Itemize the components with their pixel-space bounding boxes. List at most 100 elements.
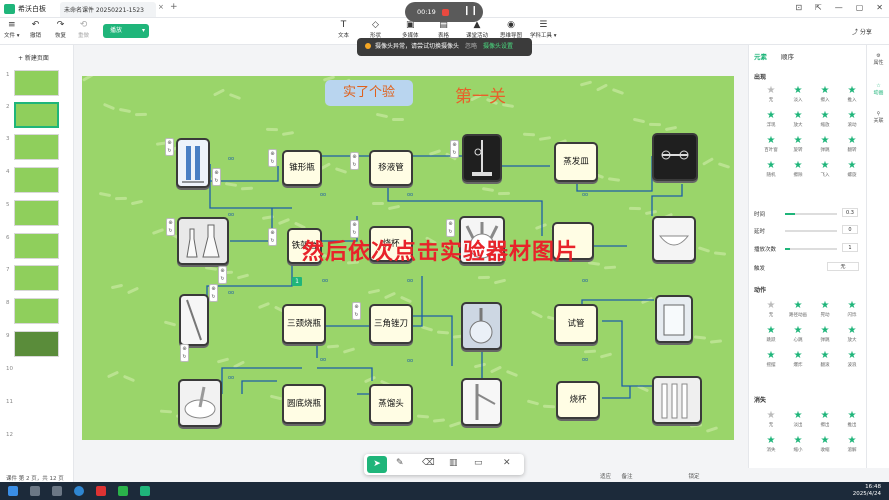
effect-star-icon[interactable]: ★ bbox=[819, 110, 831, 121]
image-mortar[interactable] bbox=[178, 379, 222, 427]
text-tool-button[interactable]: T 文本 bbox=[338, 20, 349, 39]
pointer-icon[interactable]: ➤ bbox=[367, 456, 387, 473]
element-control[interactable]: ⊕ ↻ bbox=[218, 266, 227, 284]
slide-thumbnail[interactable] bbox=[14, 265, 59, 291]
effect-star-icon[interactable]: ★ bbox=[765, 325, 777, 336]
link-tab[interactable]: ⚲ 关联 bbox=[867, 111, 889, 124]
element-control[interactable]: ⊕ ↻ bbox=[212, 168, 221, 186]
element-control[interactable]: ⊕ ↻ bbox=[450, 140, 459, 158]
zoom-label[interactable]: 适应 bbox=[600, 474, 611, 480]
element-control[interactable]: ⊕ ↻ bbox=[352, 302, 361, 320]
delay-slider[interactable] bbox=[785, 230, 837, 232]
maximize-icon[interactable]: ▢ bbox=[856, 3, 864, 12]
effect-star-icon[interactable]: ★ bbox=[792, 160, 804, 171]
media-tool-button[interactable]: ▣ 多媒体 bbox=[402, 20, 419, 39]
effect-star-icon[interactable]: ★ bbox=[846, 135, 858, 146]
effect-star-icon[interactable]: ★ bbox=[792, 350, 804, 361]
effect-star-icon[interactable]: ★ bbox=[846, 110, 858, 121]
properties-tab[interactable]: ⚙ 属性 bbox=[867, 53, 889, 66]
effect-star-icon[interactable]: ★ bbox=[792, 85, 804, 96]
slide-thumbnail[interactable] bbox=[14, 200, 59, 226]
delete-icon[interactable]: ▥ bbox=[449, 458, 458, 468]
effect-star-icon[interactable]: ★ bbox=[765, 85, 777, 96]
trigger-select[interactable]: 无 bbox=[827, 262, 859, 271]
search-icon[interactable] bbox=[30, 486, 40, 496]
image-separatory-setup[interactable] bbox=[176, 138, 210, 188]
slide-thumbnail[interactable] bbox=[14, 233, 59, 259]
mind-map-button[interactable]: ◉ 思维导图 bbox=[500, 20, 522, 39]
wechat-icon[interactable] bbox=[118, 486, 128, 496]
effect-star-icon[interactable]: ★ bbox=[792, 300, 804, 311]
tab-elements[interactable]: 元素 bbox=[754, 51, 767, 61]
effect-star-icon[interactable]: ★ bbox=[792, 110, 804, 121]
label-conical-flask[interactable]: 锥形瓶 bbox=[282, 150, 322, 186]
image-round-flask[interactable] bbox=[461, 302, 502, 350]
close-tab-icon[interactable]: × bbox=[158, 3, 164, 11]
effect-star-icon[interactable]: ★ bbox=[792, 135, 804, 146]
slide-thumbnail[interactable] bbox=[14, 102, 59, 128]
element-control[interactable]: ⊕ ↻ bbox=[166, 218, 175, 236]
label-round-flask[interactable]: 圆底烧瓶 bbox=[282, 384, 326, 424]
close-window-icon[interactable]: ✕ bbox=[876, 3, 883, 12]
pause-icon[interactable]: ❙❙ bbox=[463, 6, 478, 16]
label-three-neck-flask[interactable]: 三颈烧瓶 bbox=[282, 304, 326, 344]
effect-star-icon[interactable]: ★ bbox=[765, 435, 777, 446]
image-pipette[interactable] bbox=[179, 294, 209, 346]
effect-star-icon[interactable]: ★ bbox=[846, 85, 858, 96]
image-test-tubes[interactable] bbox=[652, 376, 702, 424]
duration-slider[interactable] bbox=[785, 213, 837, 215]
play-button[interactable]: 播放 ▾ bbox=[103, 24, 149, 38]
task-view-icon[interactable] bbox=[52, 486, 62, 496]
animation-tab[interactable]: ☆ 动画 bbox=[867, 83, 889, 96]
effect-star-icon[interactable]: ★ bbox=[846, 300, 858, 311]
effect-star-icon[interactable]: ★ bbox=[792, 435, 804, 446]
delay-value[interactable]: 0 bbox=[842, 225, 858, 234]
lock-label[interactable]: 锁定 bbox=[688, 474, 699, 480]
undo-button[interactable]: ↶ 撤销 bbox=[30, 20, 41, 39]
effect-star-icon[interactable]: ★ bbox=[819, 435, 831, 446]
effect-star-icon[interactable]: ★ bbox=[765, 110, 777, 121]
new-page-button[interactable]: + 新建页面 bbox=[18, 53, 49, 62]
effect-star-icon[interactable]: ★ bbox=[792, 325, 804, 336]
table-tool-button[interactable]: ▤ 表格 bbox=[438, 20, 449, 39]
slide-thumbnail[interactable] bbox=[14, 167, 59, 193]
effect-star-icon[interactable]: ★ bbox=[765, 300, 777, 311]
effect-star-icon[interactable]: ★ bbox=[765, 135, 777, 146]
chevron-down-icon[interactable]: ▾ bbox=[142, 24, 145, 38]
restore-icon[interactable]: ⇱ bbox=[815, 3, 822, 12]
redo-button[interactable]: ↷ 恢复 bbox=[55, 20, 66, 39]
slide-canvas[interactable]: oo oo oo oo oo oo oo oo oo oo oo oo oo 实了个验 第一关 … bbox=[82, 76, 734, 440]
image-evaporating-dish[interactable] bbox=[652, 216, 696, 262]
label-test-tube[interactable]: 试管 bbox=[554, 304, 598, 344]
effect-star-icon[interactable]: ★ bbox=[846, 325, 858, 336]
effect-star-icon[interactable]: ★ bbox=[846, 435, 858, 446]
effect-star-icon[interactable]: ★ bbox=[846, 160, 858, 171]
repeat-button[interactable]: ⟲ 重做 bbox=[78, 20, 89, 39]
add-tab-icon[interactable]: + bbox=[170, 2, 178, 12]
effect-star-icon[interactable]: ★ bbox=[819, 85, 831, 96]
effect-star-icon[interactable]: ★ bbox=[819, 410, 831, 421]
image-distilling-head[interactable] bbox=[461, 378, 502, 426]
fullscreen-icon[interactable]: ⊡ bbox=[795, 3, 802, 12]
wps-icon[interactable] bbox=[96, 486, 106, 496]
repeat-slider[interactable] bbox=[785, 248, 837, 250]
browser-icon[interactable] bbox=[74, 486, 84, 496]
duration-value[interactable]: 0.3 bbox=[842, 208, 858, 217]
effect-star-icon[interactable]: ★ bbox=[765, 410, 777, 421]
camera-settings-link[interactable]: 摄像头设置 bbox=[483, 43, 513, 50]
label-pipette[interactable]: 移液管 bbox=[369, 150, 413, 186]
effect-star-icon[interactable]: ★ bbox=[819, 300, 831, 311]
effect-star-icon[interactable]: ★ bbox=[792, 410, 804, 421]
label-evaporating-dish[interactable]: 蒸发皿 bbox=[554, 142, 598, 182]
slide-thumbnail[interactable] bbox=[14, 298, 59, 324]
label-beaker[interactable]: 烧杯 bbox=[556, 381, 600, 419]
share-button[interactable]: ⤴ 分享 bbox=[852, 27, 872, 36]
ignore-link[interactable]: 忽略 bbox=[465, 43, 477, 50]
effect-star-icon[interactable]: ★ bbox=[819, 135, 831, 146]
subject-tools-button[interactable]: ☰ 学科工具 ▾ bbox=[530, 20, 557, 39]
image-conical-flasks[interactable] bbox=[177, 217, 229, 265]
close-toolbar-icon[interactable]: ✕ bbox=[503, 458, 511, 468]
element-control[interactable]: ⊕ ↻ bbox=[209, 284, 218, 302]
label-triangle-file[interactable]: 三角锉刀 bbox=[369, 304, 413, 344]
effect-star-icon[interactable]: ★ bbox=[819, 350, 831, 361]
